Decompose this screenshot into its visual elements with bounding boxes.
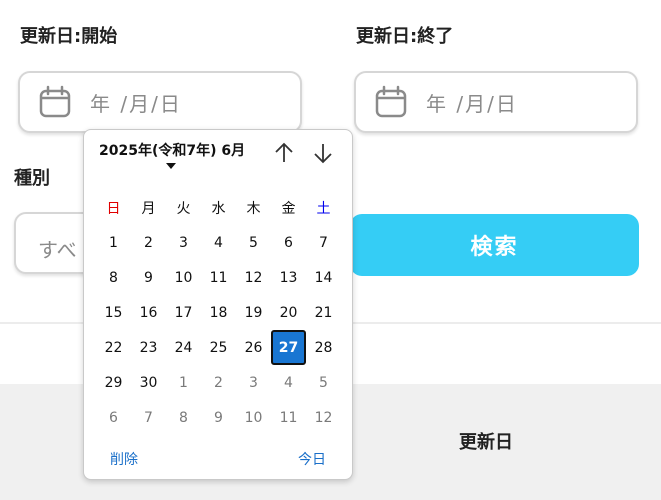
end-date-label: 更新日:終了: [356, 26, 454, 47]
calendar-day[interactable]: 13: [271, 260, 306, 295]
calendar-day[interactable]: 5: [236, 225, 271, 260]
calendar-week-row: 29 30 1 2 3 4 5: [96, 365, 341, 400]
end-date-input[interactable]: 年 /月/日: [354, 71, 638, 133]
calendar-day[interactable]: 16: [131, 295, 166, 330]
calendar-day[interactable]: 24: [166, 330, 201, 365]
calendar-day[interactable]: 9: [201, 400, 236, 435]
calendar-day[interactable]: 8: [166, 400, 201, 435]
clear-button[interactable]: 削除: [110, 449, 138, 469]
calendar-week-row: 22 23 24 25 26 27 28: [96, 330, 341, 365]
calendar-icon[interactable]: [38, 85, 72, 119]
calendar-day[interactable]: 5: [306, 365, 341, 400]
weekday-label: 土: [316, 200, 331, 217]
calendar-day[interactable]: 6: [271, 225, 306, 260]
start-date-placeholder: 年 /月/日: [90, 91, 182, 116]
calendar-day[interactable]: 19: [236, 295, 271, 330]
calendar-day[interactable]: 1: [166, 365, 201, 400]
calendar-day[interactable]: 26: [236, 330, 271, 365]
calendar-day[interactable]: 4: [201, 225, 236, 260]
end-date-placeholder: 年 /月/日: [426, 91, 518, 116]
calendar-day[interactable]: 23: [131, 330, 166, 365]
date-picker-popup: 2025年(令和7年) 6月 日月火水木金土 1 2 3 4 5 6 7 8 9 10 11 12 13…: [83, 129, 353, 480]
calendar-day[interactable]: 3: [236, 365, 271, 400]
month-dropdown-caret-icon[interactable]: [166, 163, 176, 169]
weekday-label: 月: [141, 200, 156, 217]
calendar-day[interactable]: 2: [131, 225, 166, 260]
calendar-grid: 日月火水木金土 1 2 3 4 5 6 7 8 9 10 11 12 13 14 15 16 17 18 19 20 2…: [96, 190, 341, 435]
weekday-label: 火: [176, 200, 191, 217]
calendar-day[interactable]: 15: [96, 295, 131, 330]
weekday-header-row: 日月火水木金土: [96, 190, 341, 225]
today-button[interactable]: 今日: [298, 449, 326, 469]
calendar-day[interactable]: 9: [131, 260, 166, 295]
column-header-updated[interactable]: 更新日: [459, 428, 513, 454]
calendar-day[interactable]: 17: [166, 295, 201, 330]
calendar-day[interactable]: 2: [201, 365, 236, 400]
calendar-day[interactable]: 4: [271, 365, 306, 400]
calendar-day[interactable]: 14: [306, 260, 341, 295]
calendar-week-row: 8 9 10 11 12 13 14: [96, 260, 341, 295]
calendar-day[interactable]: 29: [96, 365, 131, 400]
calendar-day[interactable]: 3: [166, 225, 201, 260]
calendar-day[interactable]: 7: [131, 400, 166, 435]
calendar-week-row: 1234567: [96, 225, 341, 260]
calendar-day[interactable]: 21: [306, 295, 341, 330]
weekday-label: 日: [106, 200, 121, 217]
calendar-day[interactable]: 20: [271, 295, 306, 330]
start-date-input[interactable]: 年 /月/日: [18, 71, 302, 133]
search-button[interactable]: 検索: [350, 214, 639, 276]
calendar-day[interactable]: 22: [96, 330, 131, 365]
calendar-day-selected[interactable]: 27: [271, 330, 306, 365]
calendar-day[interactable]: 12: [306, 400, 341, 435]
calendar-day[interactable]: 11: [201, 260, 236, 295]
kind-select-value: すべ: [38, 238, 77, 262]
calendar-day[interactable]: 1: [96, 225, 131, 260]
calendar-week-row: 6 7 8 9 10 11 12: [96, 400, 341, 435]
calendar-day[interactable]: 10: [236, 400, 271, 435]
month-year-label[interactable]: 2025年(令和7年) 6月: [99, 140, 245, 160]
calendar-day[interactable]: 8: [96, 260, 131, 295]
arrow-up-icon[interactable]: [271, 140, 297, 166]
calendar-week-row: 15 16 17 18 19 20 21: [96, 295, 341, 330]
kind-label: 種別: [14, 168, 50, 189]
calendar-day[interactable]: 12: [236, 260, 271, 295]
weekday-label: 木: [246, 200, 261, 217]
calendar-icon[interactable]: [374, 85, 408, 119]
weekday-label: 金: [281, 200, 296, 217]
arrow-down-icon[interactable]: [310, 140, 336, 166]
calendar-day[interactable]: 6: [96, 400, 131, 435]
calendar-day[interactable]: 30: [131, 365, 166, 400]
calendar-day[interactable]: 18: [201, 295, 236, 330]
calendar-day[interactable]: 10: [166, 260, 201, 295]
calendar-day[interactable]: 11: [271, 400, 306, 435]
calendar-day[interactable]: 25: [201, 330, 236, 365]
start-date-label: 更新日:開始: [20, 26, 118, 47]
calendar-day[interactable]: 7: [306, 225, 341, 260]
weekday-label: 水: [211, 200, 226, 217]
calendar-day[interactable]: 28: [306, 330, 341, 365]
